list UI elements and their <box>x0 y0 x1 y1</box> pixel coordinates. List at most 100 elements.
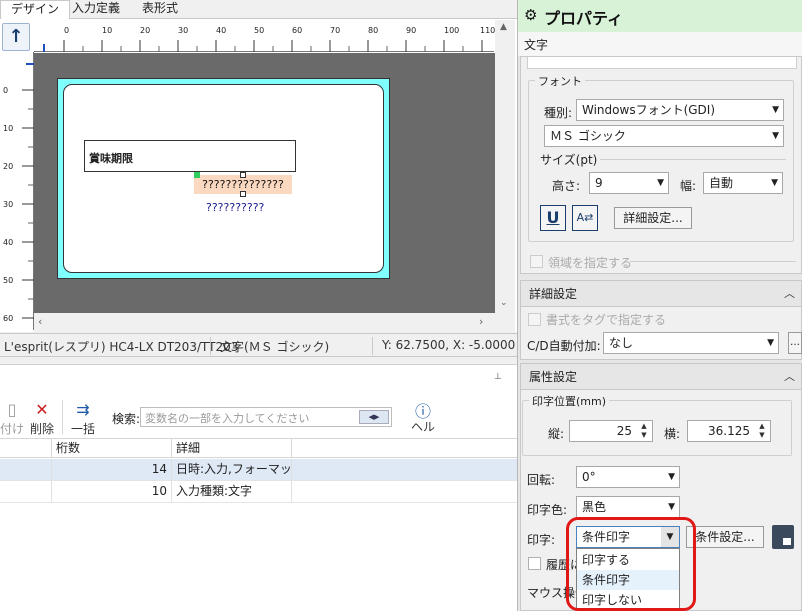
size-group-title: サイズ(pt) <box>540 153 598 167</box>
scroll-up-icon[interactable]: ▲ <box>500 22 507 32</box>
search-input[interactable]: 変数名の一部を入力してください <box>140 407 392 427</box>
property-icon: ⚙ <box>524 6 538 24</box>
cd-auto-dropdown[interactable]: なし ▼ <box>603 332 779 354</box>
column-header-digits[interactable]: 桁数 <box>52 439 172 458</box>
property-title-text: プロパティ <box>544 9 624 28</box>
print-color-dropdown[interactable]: 黒色 ▼ <box>576 496 680 518</box>
size-group-line <box>600 159 786 160</box>
tab-design[interactable]: デザイン <box>0 0 71 20</box>
delete-button[interactable]: ✕ 削除 <box>28 400 56 437</box>
vertical-position-label: 縦: <box>548 427 565 441</box>
font-width-dropdown[interactable]: 自動 ▼ <box>703 172 783 194</box>
tab-table-format[interactable]: 表形式 <box>132 0 188 19</box>
up-arrow-button[interactable]: ↑ <box>2 23 30 51</box>
rotation-label: 回転: <box>527 473 556 487</box>
bulk-edit-icon: ⇉ <box>76 400 90 419</box>
text-object[interactable]: ?????????? <box>206 201 264 214</box>
spin-arrows-icon[interactable]: ▲ ▼ <box>756 422 768 440</box>
delete-button-label: 削除 <box>29 422 54 436</box>
horizontal-scrollbar[interactable]: ‹ › <box>34 313 495 332</box>
table-row[interactable]: 14 日時:入力,フォーマット... <box>0 459 517 481</box>
font-name-value: ＭＳ ゴシック <box>550 129 626 143</box>
rotation-dropdown[interactable]: 0° ▼ <box>576 466 680 488</box>
highlight-annotation <box>566 517 696 611</box>
pin-icon[interactable]: ⊥ <box>494 372 502 382</box>
ruler-left: 0 10 20 30 40 50 60 <box>0 52 34 330</box>
attach-button[interactable]: ▯ 付け <box>0 400 24 437</box>
print-mode-label: 印字: <box>527 533 556 547</box>
font-detail-button[interactable]: 詳細設定... <box>614 207 692 229</box>
column-header-detail[interactable]: 詳細 <box>172 439 292 458</box>
table-cell <box>0 481 52 502</box>
details-section-title: 詳細設定 <box>529 287 578 301</box>
rotation-value: 0° <box>582 470 596 484</box>
more-button[interactable]: … <box>788 332 802 354</box>
ruler-left-label: 40 <box>3 238 14 247</box>
tag-format-checkbox[interactable] <box>528 313 541 326</box>
chevron-down-icon: ▼ <box>771 178 778 188</box>
search-nav-icon[interactable]: ◀▶ <box>359 410 389 424</box>
font-width-label: 幅: <box>680 179 697 193</box>
text-direction-icon[interactable]: A⇄ <box>572 205 598 231</box>
attribute-section-header[interactable]: 属性設定 ︿ <box>521 364 801 390</box>
font-height-label: 高さ: <box>552 179 581 193</box>
scroll-down-icon[interactable]: ⌄ <box>500 298 508 308</box>
ruler-top-label: 30 <box>178 26 189 35</box>
ruler-left-label: 0 <box>3 86 9 95</box>
selection-handle[interactable] <box>194 172 200 178</box>
ruler-top-label: 80 <box>368 26 379 35</box>
table-row[interactable]: 10 入力種類:文字 <box>0 481 517 503</box>
table-cell <box>0 459 52 480</box>
ruler-top-label: 90 <box>406 26 417 35</box>
cursor-coordinates: Y: 62.7500, X: -5.0000 <box>382 338 516 352</box>
field-label-box[interactable]: 賞味期限 <box>84 140 296 172</box>
ruler-left-label: 20 <box>3 162 14 171</box>
horizontal-position-input[interactable]: 36.125 ▲ ▼ <box>687 420 771 442</box>
status-bar: L'esprit(レスプリ) HC4-LX DT203/TT203 文字(ＭＳ … <box>0 333 517 357</box>
scroll-left-icon[interactable]: ‹ <box>38 315 42 328</box>
print-color-value: 黒色 <box>582 500 607 514</box>
underline-icon[interactable]: U <box>540 205 566 231</box>
font-kind-label: 種別: <box>544 106 573 120</box>
ruler-left-label: 50 <box>3 276 14 285</box>
area-checkbox[interactable] <box>530 255 543 268</box>
font-name-dropdown[interactable]: ＭＳ ゴシック ▼ <box>544 125 784 147</box>
font-kind-value: Windowsフォント(GDI) <box>582 103 716 117</box>
variable-table-header: 桁数 詳細 <box>0 438 517 458</box>
print-position-title: 印字位置(mm) <box>529 393 610 409</box>
area-checkbox-label: 領域を指定する <box>548 256 633 270</box>
horizontal-position-value: 36.125 <box>708 424 750 438</box>
property-panel-title: ⚙ プロパティ <box>518 0 802 32</box>
scroll-right-icon[interactable]: › <box>479 315 483 328</box>
preview-icon[interactable] <box>772 525 794 549</box>
font-height-dropdown[interactable]: 9 ▼ <box>589 172 669 194</box>
vertical-scrollbar[interactable]: ▲ ⌄ <box>495 20 515 332</box>
ruler-top-label: 70 <box>330 26 341 35</box>
attribute-section-title: 属性設定 <box>529 370 578 384</box>
condition-setting-button[interactable]: 条件設定... <box>686 526 764 548</box>
chevron-down-icon: ▼ <box>657 178 664 188</box>
search-label: 検索: <box>112 412 141 426</box>
collapse-chevron-icon[interactable]: ︿ <box>784 281 795 307</box>
selection-handle[interactable] <box>240 191 246 197</box>
status-separator <box>210 337 211 355</box>
selection-handle[interactable] <box>240 172 246 178</box>
ruler-top-label: 110 <box>480 26 496 35</box>
section-top-edge <box>527 57 797 69</box>
tab-input-definition[interactable]: 入力定義 <box>62 0 130 19</box>
details-section-header[interactable]: 詳細設定 ︿ <box>521 281 801 307</box>
bulk-button[interactable]: ⇉ 一括 <box>68 400 98 437</box>
ruler-top: 0 10 20 30 40 50 60 70 80 90 100 110 <box>34 20 496 52</box>
font-kind-dropdown[interactable]: Windowsフォント(GDI) ▼ <box>576 99 784 121</box>
history-checkbox[interactable] <box>528 557 541 570</box>
vertical-position-input[interactable]: 25 ▲ ▼ <box>569 420 653 442</box>
spin-arrows-icon[interactable]: ▲ ▼ <box>638 422 650 440</box>
ruler-top-label: 50 <box>254 26 265 35</box>
collapse-chevron-icon[interactable]: ︿ <box>784 364 795 390</box>
tab-bar: デザイン 入力定義 表形式 <box>0 0 517 20</box>
selected-object-info: 文字(ＭＳ ゴシック) <box>220 340 330 354</box>
font-group-title: フォント <box>535 73 585 89</box>
table-cell-detail: 入力種類:文字 <box>172 481 292 502</box>
preview-icon-inner <box>782 537 792 546</box>
chevron-down-icon: ▼ <box>772 105 779 115</box>
